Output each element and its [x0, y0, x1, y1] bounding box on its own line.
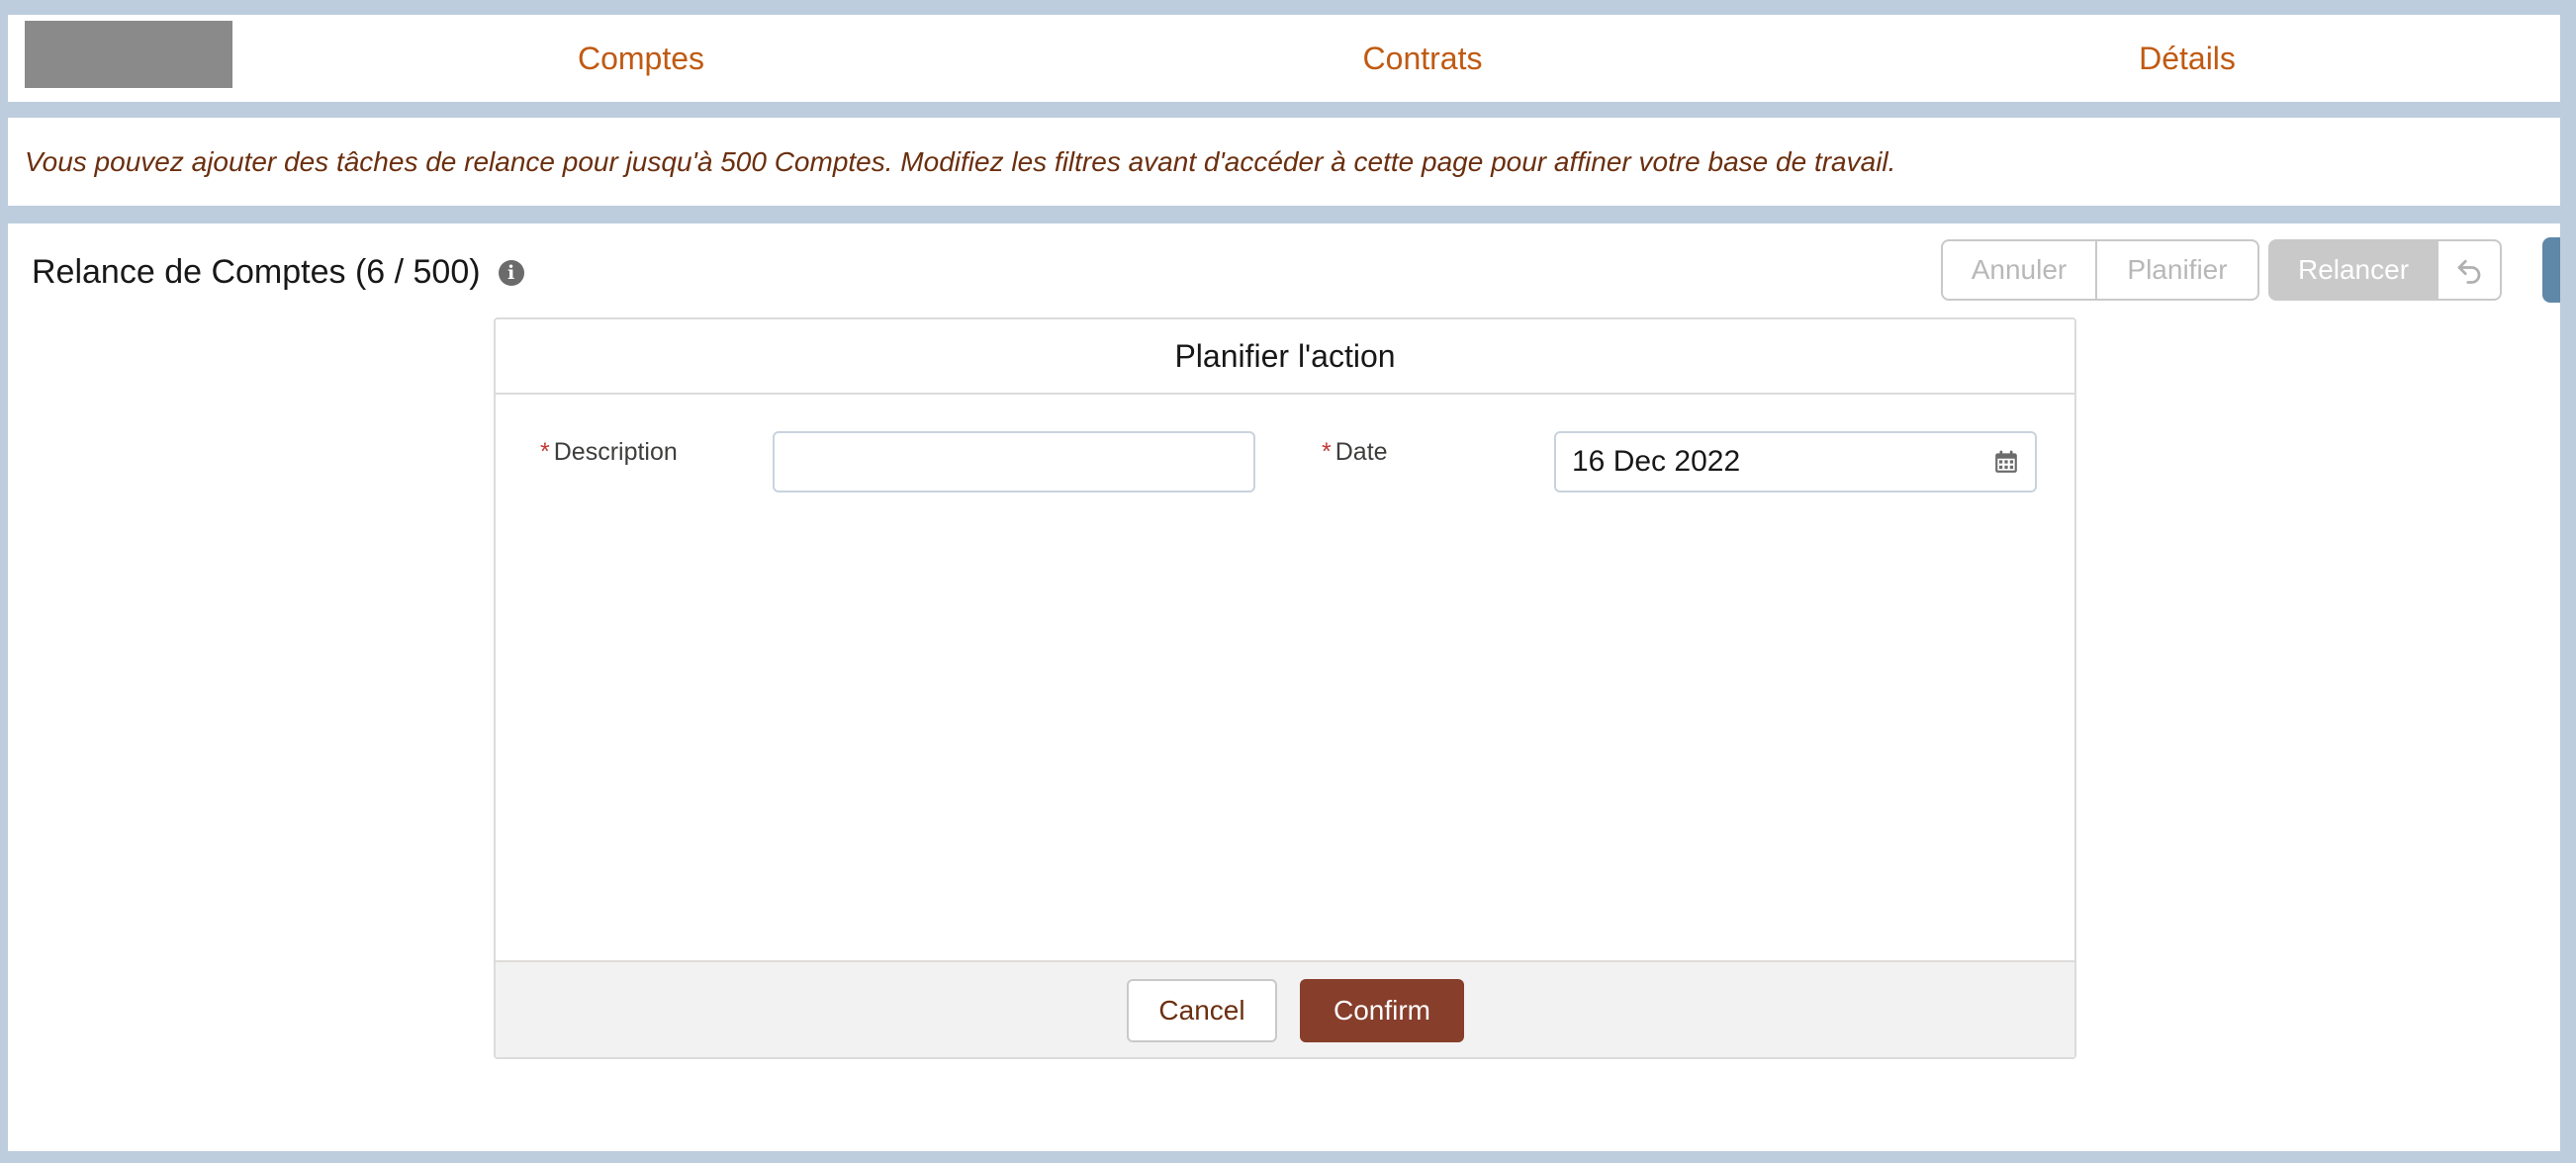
- date-input[interactable]: 16 Dec 2022: [1554, 431, 2037, 492]
- description-input[interactable]: [773, 431, 1255, 492]
- info-banner: Vous pouvez ajouter des tâches de relanc…: [8, 118, 2560, 206]
- undo-icon: [2457, 259, 2481, 284]
- side-panel-toggle[interactable]: [2542, 237, 2560, 303]
- banner-text: Vous pouvez ajouter des tâches de relanc…: [25, 145, 1896, 177]
- modal-title: Planifier l'action: [496, 319, 2074, 395]
- planifier-button[interactable]: Planifier: [2096, 239, 2259, 301]
- calendar-icon[interactable]: [1993, 449, 2019, 475]
- annuler-button[interactable]: Annuler: [1941, 239, 2096, 301]
- description-label-text: Description: [553, 438, 678, 466]
- info-icon[interactable]: i: [498, 259, 524, 286]
- relancer-button[interactable]: Relancer: [2268, 239, 2438, 301]
- tab-contrats[interactable]: Contrats: [1225, 15, 1620, 102]
- date-value: 16 Dec 2022: [1572, 445, 1741, 478]
- page-title-row: Relance de Comptes (6 / 500) i: [32, 253, 524, 292]
- modal-footer: Cancel Confirm: [496, 960, 2074, 1057]
- undo-button[interactable]: [2438, 239, 2502, 301]
- logo-placeholder: [25, 21, 232, 88]
- required-marker: *: [1322, 438, 1332, 466]
- cancel-button[interactable]: Cancel: [1127, 979, 1277, 1042]
- schedule-action-modal: Planifier l'action * Description * Date 16…: [494, 317, 2076, 1059]
- description-label: * Description: [540, 438, 678, 467]
- date-label-text: Date: [1334, 438, 1388, 466]
- main-panel: Relance de Comptes (6 / 500) i Annuler P…: [8, 224, 2560, 1151]
- tab-details[interactable]: Détails: [1989, 15, 2385, 102]
- top-nav: Comptes Contrats Détails: [8, 15, 2560, 102]
- confirm-button[interactable]: Confirm: [1300, 979, 1464, 1042]
- required-marker: *: [540, 438, 550, 466]
- page-title: Relance de Comptes (6 / 500): [32, 253, 481, 291]
- date-label: * Date: [1322, 438, 1388, 467]
- tab-comptes[interactable]: Comptes: [443, 15, 839, 102]
